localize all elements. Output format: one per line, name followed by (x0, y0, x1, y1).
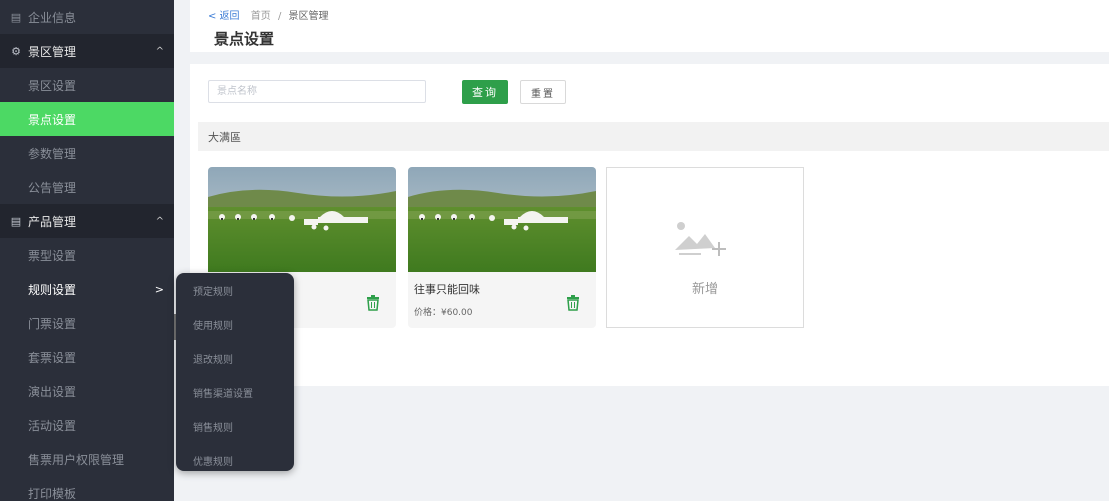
reset-button[interactable]: 重置 (520, 80, 566, 104)
submenu-item-refund-rules[interactable]: 退改规则 (176, 341, 294, 375)
gear-icon: ⚙ (11, 44, 21, 58)
yurt-grassland-photo (208, 167, 396, 272)
sidebar-group-scenic-management[interactable]: ⚙ 景区管理 ^ (0, 34, 174, 68)
sidebar-item-print-template[interactable]: 打印模板 (0, 476, 174, 501)
sidebar-item-label: 规则设置 (28, 282, 77, 297)
sidebar: ▤ 企业信息 ⚙ 景区管理 ^ 景区设置 景点设置 参数管理 公告管理 ▤ 产品… (0, 0, 174, 501)
sidebar-item-label: 景点设置 (28, 112, 77, 127)
sidebar-item-scenic-spot-settings[interactable]: 景点设置 (0, 102, 174, 136)
sidebar-item-package-settings[interactable]: 套票设置 (0, 340, 174, 374)
sidebar-item-activity-settings[interactable]: 活动设置 (0, 408, 174, 442)
breadcrumb-separator: / (277, 11, 282, 22)
sidebar-item-ticket-settings[interactable]: 门票设置 (0, 306, 174, 340)
document-icon: ▤ (10, 214, 22, 228)
sidebar-item-label: 票型设置 (28, 248, 77, 263)
add-image-icon (675, 222, 726, 256)
submenu-item-booking-rules[interactable]: 预定规则 (176, 273, 294, 307)
document-icon: ▤ (10, 10, 22, 24)
sidebar-item-label: 公告管理 (28, 180, 77, 195)
trash-icon[interactable] (566, 295, 580, 311)
add-label: 新增 (691, 282, 718, 297)
submenu-item-discount-rules[interactable]: 优惠规则 (176, 443, 294, 477)
page-title: 景点设置 (214, 30, 275, 48)
sidebar-item-parameter-management[interactable]: 参数管理 (0, 136, 174, 170)
sidebar-item-label: 参数管理 (28, 146, 77, 161)
sidebar-item-label: 演出设置 (28, 384, 77, 399)
sidebar-group-label: 景区管理 (28, 44, 77, 59)
scenic-spot-name-input[interactable] (208, 80, 426, 103)
scenic-spot-card[interactable]: 往事只能回味 价格：¥60.00 (408, 167, 596, 328)
add-scenic-spot-card[interactable]: 新增 (606, 167, 804, 328)
sidebar-item-announcement-management[interactable]: 公告管理 (0, 170, 174, 204)
query-button[interactable]: 查询 (462, 80, 508, 104)
sidebar-item-company-info[interactable]: ▤ 企业信息 (0, 0, 174, 34)
sidebar-item-scenic-area-settings[interactable]: 景区设置 (0, 68, 174, 102)
sidebar-item-label: 门票设置 (28, 316, 77, 331)
chevron-up-icon: ^ (155, 45, 164, 57)
rule-settings-submenu: 预定规则 使用规则 退改规则 销售渠道设置 销售规则 优惠规则 (176, 273, 294, 471)
trash-icon[interactable] (366, 295, 380, 311)
sidebar-item-label: 套票设置 (28, 350, 77, 365)
sidebar-item-label: 活动设置 (28, 418, 77, 433)
sidebar-item-label: 企业信息 (28, 10, 77, 25)
card-price: 价格：¥60.00 (414, 308, 473, 318)
sidebar-item-label: 景区设置 (28, 78, 77, 93)
sidebar-item-label: 打印模板 (28, 486, 77, 501)
sidebar-item-label: 售票用户权限管理 (28, 452, 125, 467)
sidebar-group-product-management[interactable]: ▤ 产品管理 ^ (0, 204, 174, 238)
breadcrumb: < 返回 首页 / 景区管理 (208, 7, 329, 22)
breadcrumb-item-home[interactable]: 首页 (251, 11, 271, 22)
sidebar-item-rule-settings[interactable]: 规则设置 > (0, 272, 174, 306)
sidebar-item-ticket-type-settings[interactable]: 票型设置 (0, 238, 174, 272)
sidebar-item-show-settings[interactable]: 演出设置 (0, 374, 174, 408)
section-title: 大满區 (208, 130, 241, 144)
yurt-grassland-photo (408, 167, 596, 272)
submenu-item-usage-rules[interactable]: 使用规则 (176, 307, 294, 341)
submenu-item-sales-rules[interactable]: 销售规则 (176, 409, 294, 443)
main-content: 查询 重置 大满區 (190, 64, 1109, 386)
page-header: < 返回 首页 / 景区管理 景点设置 (190, 0, 1109, 52)
submenu-item-sales-channel-settings[interactable]: 销售渠道设置 (176, 375, 294, 409)
section-header: 大满區 (198, 122, 1109, 151)
back-link[interactable]: < 返回 (208, 11, 240, 22)
card-name: 往事只能回味 (414, 283, 480, 296)
chevron-up-icon: ^ (155, 215, 164, 227)
sidebar-item-seller-permissions[interactable]: 售票用户权限管理 (0, 442, 174, 476)
sidebar-group-label: 产品管理 (28, 214, 77, 229)
breadcrumb-item-current: 景区管理 (288, 11, 329, 22)
chevron-right-icon: > (154, 282, 164, 296)
